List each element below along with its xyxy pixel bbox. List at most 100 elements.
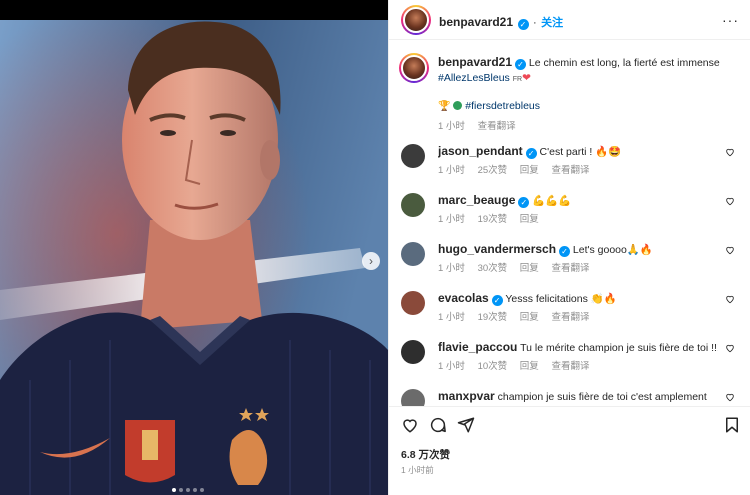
- verified-icon: ✓: [491, 295, 503, 306]
- caption-meta: 1 小时 查看翻译: [438, 119, 738, 134]
- slide-dot: [193, 488, 197, 492]
- comment-time: 1 小时: [438, 214, 465, 225]
- translate-link[interactable]: 查看翻译: [551, 263, 589, 274]
- commenter-username[interactable]: manxpvar: [438, 389, 495, 403]
- reply-button[interactable]: 回复: [520, 214, 539, 225]
- caption-username[interactable]: benpavard21: [438, 55, 512, 69]
- post-side-panel: benpavard21 ✓ · 关注 ··· benpavard21 ✓ Le …: [388, 0, 750, 495]
- red-heart-emoji: ❤: [522, 72, 531, 84]
- verified-icon: ✓: [558, 246, 570, 257]
- commenter-avatar[interactable]: [401, 291, 425, 315]
- commenter-avatar[interactable]: [401, 144, 425, 168]
- comment-icon[interactable]: [429, 416, 447, 434]
- commenter-avatar[interactable]: [401, 389, 425, 406]
- slide-dot: [200, 488, 204, 492]
- post-actions: 6.8 万次赞 1 小时前: [389, 406, 750, 495]
- caption-translate-link[interactable]: 查看翻译: [478, 121, 516, 132]
- comment-likes-count[interactable]: 30次赞: [478, 263, 508, 274]
- caption-text: Le chemin est long, la fierté est immens…: [528, 57, 720, 69]
- verified-icon: ✓: [514, 59, 526, 70]
- heart-icon[interactable]: [401, 416, 419, 434]
- comment-text: 💪💪💪: [532, 195, 572, 207]
- slide-dot: [186, 488, 190, 492]
- post-photo: [0, 20, 388, 495]
- reply-button[interactable]: 回复: [520, 361, 539, 372]
- heart-icon[interactable]: [725, 245, 735, 255]
- verified-icon: ✓: [518, 197, 530, 208]
- verified-icon: ✓: [517, 19, 529, 30]
- flag-fr: FR: [512, 76, 523, 83]
- comment-meta: 1 小时 30次赞 回复 查看翻译: [438, 260, 599, 274]
- commenter-username[interactable]: evacolas: [438, 291, 489, 305]
- comment-time: 1 小时: [438, 165, 465, 176]
- commenter-avatar[interactable]: [401, 340, 425, 364]
- hashtag-link[interactable]: #AllezLesBleus: [438, 72, 510, 84]
- commenter-username[interactable]: flavie_paccou: [438, 340, 517, 354]
- comment-body: flavie_paccou Tu le mérite champion je s…: [438, 340, 718, 355]
- comment-body: marc_beauge ✓ 💪💪💪: [438, 193, 718, 208]
- verified-icon: ✓: [525, 148, 537, 159]
- comment-body: evacolas ✓ Yesss felicitations 👏🔥: [438, 291, 718, 306]
- slide-dot-active: [172, 488, 176, 492]
- translate-link[interactable]: 查看翻译: [551, 165, 589, 176]
- comment-time: 1 小时: [438, 312, 465, 323]
- comment-row: jason_pendant ✓ C'est parti ! 🔥🤩 1 小时 25…: [399, 142, 739, 182]
- comment-meta: 1 小时 19次赞 回复 查看翻译: [438, 309, 599, 323]
- heart-icon[interactable]: [725, 294, 735, 304]
- commenter-username[interactable]: marc_beauge: [438, 193, 515, 207]
- likes-count[interactable]: 6.8 万次赞: [401, 447, 450, 462]
- comment-text: Yesss felicitations 👏🔥: [505, 293, 617, 305]
- comment-likes-count[interactable]: 10次赞: [478, 361, 508, 372]
- send-icon[interactable]: [457, 416, 475, 434]
- post-timestamp: 1 小时前: [401, 465, 434, 475]
- caption-time: 1 小时: [438, 121, 465, 132]
- translate-link[interactable]: 查看翻译: [551, 361, 589, 372]
- comment-likes-count[interactable]: 25次赞: [478, 165, 508, 176]
- comment-text: Let's goooo🙏🔥: [572, 244, 654, 256]
- reply-button[interactable]: 回复: [520, 263, 539, 274]
- hashtag-link[interactable]: #fiersdetrebleus: [465, 100, 540, 112]
- slide-dot: [179, 488, 183, 492]
- comment-body: hugo_vandermersch ✓ Let's goooo🙏🔥: [438, 242, 718, 257]
- comment-likes-count[interactable]: 19次赞: [478, 312, 508, 323]
- slide-indicator: [172, 488, 204, 492]
- next-slide-button[interactable]: ›: [362, 252, 380, 270]
- comment-meta: 1 小时 19次赞 回复: [438, 211, 549, 225]
- comment-row: marc_beauge ✓ 💪💪💪 1 小时 19次赞 回复: [399, 191, 739, 231]
- comment-row: evacolas ✓ Yesss felicitations 👏🔥 1 小时 1…: [399, 289, 739, 329]
- heart-icon[interactable]: [725, 196, 735, 206]
- trophy-emoji: 🏆: [438, 101, 451, 112]
- separator-dot: ·: [532, 17, 537, 29]
- heart-icon[interactable]: [725, 147, 735, 157]
- comment-time: 1 小时: [438, 263, 465, 274]
- heart-icon[interactable]: [725, 343, 735, 353]
- reply-button[interactable]: 回复: [520, 165, 539, 176]
- translate-link[interactable]: 查看翻译: [551, 312, 589, 323]
- commenter-username[interactable]: jason_pendant: [438, 144, 523, 158]
- chevron-right-icon: ›: [369, 254, 373, 268]
- more-options-icon[interactable]: ···: [722, 12, 739, 28]
- comment-likes-count[interactable]: 19次赞: [478, 214, 508, 225]
- reply-button[interactable]: 回复: [520, 312, 539, 323]
- commenter-avatar[interactable]: [401, 193, 425, 217]
- follow-button[interactable]: 关注: [541, 17, 563, 29]
- bookmark-icon[interactable]: [723, 416, 741, 434]
- heart-icon[interactable]: [725, 392, 735, 402]
- comments-list[interactable]: benpavard21 ✓ Le chemin est long, la fie…: [389, 41, 750, 406]
- comment-meta: 1 小时 25次赞 回复 查看翻译: [438, 162, 599, 176]
- comment-text: C'est parti ! 🔥🤩: [539, 146, 622, 158]
- commenter-username[interactable]: hugo_vandermersch: [438, 242, 556, 256]
- caption-body: benpavard21 ✓ Le chemin est long, la fie…: [438, 55, 738, 134]
- caption-author-avatar[interactable]: [399, 53, 429, 83]
- media-top-bar: [0, 0, 388, 20]
- commenter-avatar[interactable]: [401, 242, 425, 266]
- comment-meta: 1 小时 10次赞 回复 查看翻译: [438, 358, 599, 372]
- author-username[interactable]: benpavard21: [439, 15, 513, 29]
- post-media[interactable]: ›: [0, 0, 388, 495]
- comment-row: manxpvar champion je suis fière de toi c…: [399, 387, 739, 406]
- author-avatar[interactable]: [401, 5, 431, 35]
- post-header: benpavard21 ✓ · 关注 ···: [389, 0, 750, 40]
- comment-row: hugo_vandermersch ✓ Let's goooo🙏🔥 1 小时 3…: [399, 240, 739, 280]
- comment-body: jason_pendant ✓ C'est parti ! 🔥🤩: [438, 144, 718, 159]
- comment-body: manxpvar champion je suis fière de toi c…: [438, 389, 718, 404]
